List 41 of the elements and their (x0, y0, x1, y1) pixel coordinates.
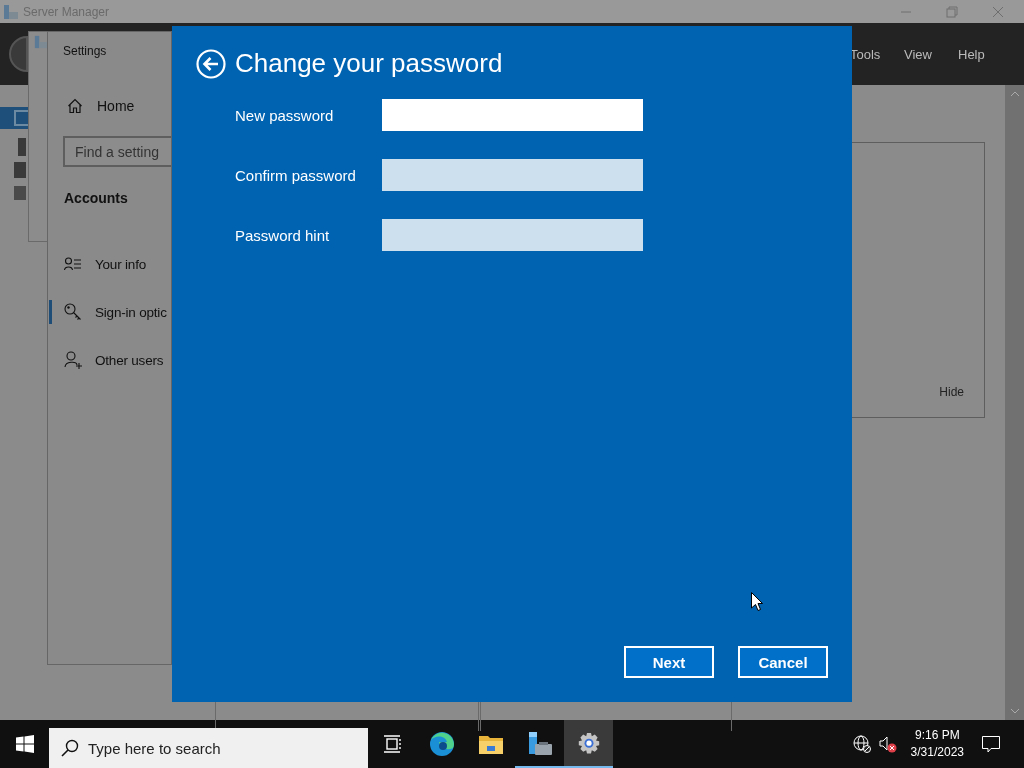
nav-item[interactable]: Your info (64, 240, 171, 288)
folder-icon (478, 734, 503, 754)
dialog-button[interactable]: Cancel (738, 646, 828, 678)
menu-item[interactable]: View (904, 46, 958, 62)
nav-item[interactable]: Other users (64, 336, 171, 384)
settings-icon (576, 732, 601, 756)
network-icon[interactable] (852, 735, 871, 753)
home-item[interactable]: Home (67, 98, 171, 114)
nav-item[interactable]: Sign-in optic (64, 288, 171, 336)
dialog-button[interactable]: Next (624, 646, 714, 678)
input-field[interactable] (382, 219, 643, 251)
field-label: New password (235, 106, 335, 124)
key-icon (64, 303, 82, 321)
muted-volume-icon[interactable] (878, 735, 897, 753)
window-title: Settings (63, 44, 108, 58)
task-view-icon (382, 735, 403, 753)
back-icon[interactable] (8, 36, 29, 72)
menu-item[interactable]: Tools (850, 46, 904, 62)
person-list-icon (64, 257, 82, 271)
menu-item[interactable]: Help (958, 46, 1012, 62)
hide-link[interactable]: Hide (939, 385, 964, 399)
windows-logo-icon[interactable] (16, 735, 34, 753)
taskbar-app[interactable] (564, 720, 613, 768)
search-icon (61, 739, 79, 757)
field-label: Password hint (235, 226, 331, 244)
input-field[interactable] (382, 159, 643, 191)
field-label: Confirm password (235, 166, 357, 184)
browser-icon (428, 731, 455, 757)
dialog-title: Change your password (235, 48, 503, 79)
server-icon (34, 35, 48, 49)
add-user-icon (64, 351, 82, 369)
input-field[interactable] (382, 99, 643, 131)
notification-icon[interactable] (982, 735, 1000, 753)
pointer-icon (751, 592, 763, 611)
search-field[interactable]: Find a setting (63, 136, 171, 167)
search-field[interactable]: Type here to search (49, 728, 368, 768)
clock[interactable]: 9:16 PM 3/31/2023 (910, 727, 964, 761)
server-icon (3, 3, 19, 20)
section-heading: Accounts (64, 190, 129, 206)
server-icon (526, 731, 553, 757)
home-icon (67, 98, 83, 114)
